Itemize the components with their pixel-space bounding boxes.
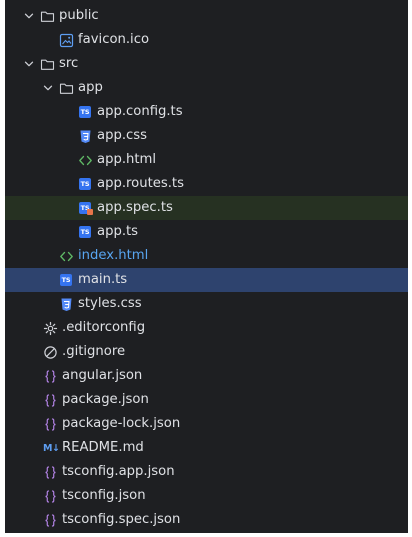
tree-item-label: index.html bbox=[78, 248, 149, 263]
tree-file-app-spec-ts[interactable]: TS app.spec.ts bbox=[5, 196, 408, 220]
tree-folder-src[interactable]: src bbox=[5, 52, 408, 76]
gear-icon bbox=[43, 321, 58, 336]
tree-file-index-html[interactable]: index.html bbox=[5, 244, 408, 268]
test-file-icon: TS bbox=[78, 201, 93, 216]
markdown-file-icon: M↓ bbox=[43, 441, 60, 456]
tree-item-label: package.json bbox=[62, 392, 149, 407]
tree-item-label: main.ts bbox=[78, 272, 128, 287]
image-file-icon bbox=[59, 33, 74, 48]
ignore-file-icon bbox=[43, 345, 58, 360]
markdown-badge: M↓ bbox=[43, 442, 60, 454]
tree-file-app-html[interactable]: app.html bbox=[5, 148, 408, 172]
chevron-down-icon[interactable] bbox=[41, 81, 55, 95]
json-file-icon bbox=[43, 417, 58, 432]
tree-item-label: app.html bbox=[97, 152, 157, 167]
ts-badge: TS bbox=[79, 225, 91, 238]
tree-file-readme-md[interactable]: M↓ README.md bbox=[5, 436, 408, 460]
typescript-file-icon: TS bbox=[78, 177, 93, 192]
tree-item-label: angular.json bbox=[62, 368, 143, 383]
tree-file-package-lock-json[interactable]: package-lock.json bbox=[5, 412, 408, 436]
tree-folder-app[interactable]: app bbox=[5, 76, 408, 100]
tree-item-label: tsconfig.json bbox=[62, 488, 146, 503]
typescript-file-icon: TS bbox=[59, 273, 74, 288]
folder-icon bbox=[59, 81, 74, 96]
tree-file-app-ts[interactable]: TS app.ts bbox=[5, 220, 408, 244]
tree-item-label: package-lock.json bbox=[62, 416, 181, 431]
tree-folder-public[interactable]: public bbox=[5, 4, 408, 28]
tree-file-gitignore[interactable]: .gitignore bbox=[5, 340, 408, 364]
tree-file-angular-json[interactable]: angular.json bbox=[5, 364, 408, 388]
typescript-file-icon: TS bbox=[78, 225, 93, 240]
tree-item-label: app.config.ts bbox=[97, 104, 183, 119]
tree-item-label: README.md bbox=[62, 440, 144, 455]
tree-item-label: .gitignore bbox=[62, 344, 126, 359]
tree-file-package-json[interactable]: package.json bbox=[5, 388, 408, 412]
ts-badge: TS bbox=[79, 177, 91, 190]
folder-icon bbox=[40, 9, 55, 24]
json-file-icon bbox=[43, 393, 58, 408]
css-file-icon bbox=[78, 129, 93, 144]
json-file-icon bbox=[43, 465, 58, 480]
tree-file-editorconfig[interactable]: .editorconfig bbox=[5, 316, 408, 340]
tree-item-label: app.css bbox=[97, 128, 148, 143]
tree-item-label: .editorconfig bbox=[62, 320, 146, 335]
folder-icon bbox=[40, 57, 55, 72]
ts-badge: TS bbox=[60, 273, 72, 286]
tree-item-label: app.routes.ts bbox=[97, 176, 184, 191]
css-file-icon bbox=[59, 297, 74, 312]
tree-item-label: public bbox=[59, 8, 99, 23]
tree-file-app-css[interactable]: app.css bbox=[5, 124, 408, 148]
tree-file-app-config-ts[interactable]: TS app.config.ts bbox=[5, 100, 408, 124]
html-file-icon bbox=[78, 153, 93, 168]
ts-badge: TS bbox=[79, 105, 91, 118]
typescript-file-icon: TS bbox=[78, 105, 93, 120]
html-file-icon bbox=[59, 249, 74, 264]
json-file-icon bbox=[43, 489, 58, 504]
tree-item-label: tsconfig.spec.json bbox=[62, 512, 181, 527]
json-file-icon bbox=[43, 369, 58, 384]
tree-file-tsconfig-app-json[interactable]: tsconfig.app.json bbox=[5, 460, 408, 484]
tree-item-label: app bbox=[78, 80, 103, 95]
tree-file-app-routes-ts[interactable]: TS app.routes.ts bbox=[5, 172, 408, 196]
tree-file-tsconfig-json[interactable]: tsconfig.json bbox=[5, 484, 408, 508]
test-marker-icon bbox=[87, 208, 93, 215]
tree-file-styles-css[interactable]: styles.css bbox=[5, 292, 408, 316]
tree-item-label: app.spec.ts bbox=[97, 200, 173, 215]
tree-file-main-ts[interactable]: TS main.ts bbox=[5, 268, 408, 292]
tree-item-label: styles.css bbox=[78, 296, 142, 311]
tree-file-favicon[interactable]: favicon.ico bbox=[5, 28, 408, 52]
chevron-down-icon[interactable] bbox=[22, 9, 36, 23]
tree-item-label: src bbox=[59, 56, 79, 71]
tree-item-label: app.ts bbox=[97, 224, 139, 239]
tree-item-label: favicon.ico bbox=[78, 32, 150, 47]
project-tree-panel: public favicon.ico src app TS app.config.ts ap… bbox=[5, 0, 408, 533]
tree-item-label: tsconfig.app.json bbox=[62, 464, 175, 479]
chevron-down-icon[interactable] bbox=[22, 57, 36, 71]
tree-file-tsconfig-spec-json[interactable]: tsconfig.spec.json bbox=[5, 508, 408, 532]
json-file-icon bbox=[43, 513, 58, 528]
